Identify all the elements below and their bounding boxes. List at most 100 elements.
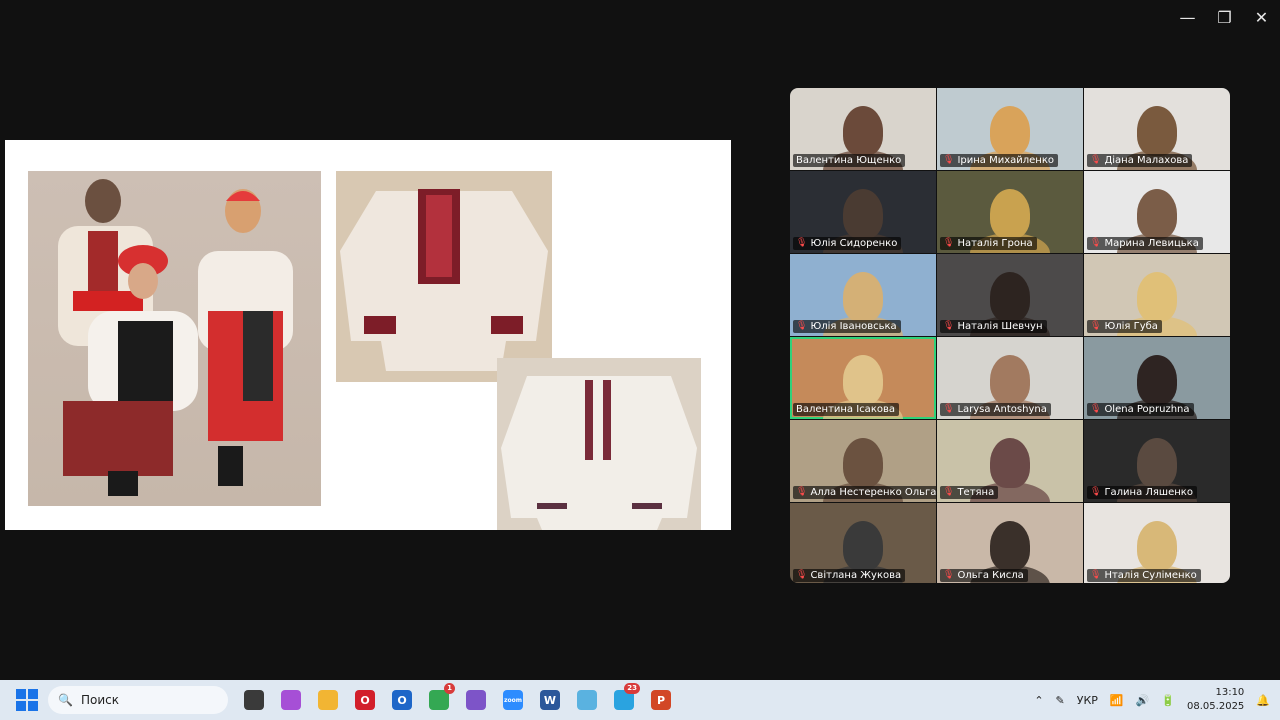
- participant-tile[interactable]: 🎙Алла Нестеренко Ольга Гуль: [790, 420, 936, 502]
- costume-photo: [28, 171, 321, 506]
- participant-name-tag: Валентина Ющенко: [793, 154, 906, 167]
- white-shirt-photo: [497, 358, 701, 530]
- participant-video: [1137, 272, 1177, 322]
- participant-video: [1137, 438, 1177, 488]
- participant-tile[interactable]: Валентина Ющенко: [790, 88, 936, 170]
- participant-name-tag: 🎙 Юлія Івановська: [793, 320, 901, 333]
- shared-screen: [5, 140, 731, 530]
- mic-muted-icon: 🎙: [943, 487, 955, 497]
- participant-name: Наталія Грона: [957, 238, 1033, 249]
- zoom-icon[interactable]: zoom: [503, 690, 523, 710]
- participant-name-tag: 🎙 Ірина Михайленко: [940, 154, 1058, 167]
- mic-muted-icon: 🎙: [796, 238, 808, 248]
- participant-name: Ірина Михайленко: [957, 155, 1054, 166]
- taskbar-search[interactable]: 🔍 Поиск: [48, 686, 228, 714]
- telegram-icon[interactable]: 23: [614, 683, 640, 710]
- participant-tile[interactable]: 🎙 Юлія Івановська: [790, 254, 936, 336]
- participant-video: [1137, 355, 1177, 405]
- system-tray: ⌃ ✎ УКР 📶 🔊 🔋 13:10 08.05.2025 🔔: [1034, 680, 1270, 720]
- participant-tile[interactable]: 🎙 Нталія Суліменко: [1084, 503, 1230, 583]
- participant-tile[interactable]: 🎙 Діана Малахова: [1084, 88, 1230, 170]
- participant-video: [990, 521, 1030, 571]
- file-explorer-icon[interactable]: [318, 690, 338, 710]
- participant-tile[interactable]: 🎙 Olena Popruzhna: [1084, 337, 1230, 419]
- participant-tile[interactable]: 🎙 Ірина Михайленко: [937, 88, 1083, 170]
- participant-video: [990, 106, 1030, 156]
- taskbar: 🔍 Поиск O O 1 zoom W 23 P ⌃ ✎ УКР 📶 🔊 🔋 13:10 …: [0, 680, 1280, 720]
- task-view-icon[interactable]: [244, 690, 264, 710]
- language-indicator[interactable]: УКР: [1077, 694, 1098, 707]
- mic-muted-icon: 🎙: [796, 321, 808, 331]
- viber-icon[interactable]: [466, 690, 486, 710]
- mic-muted-icon: 🎙: [943, 570, 955, 580]
- participant-name: Діана Малахова: [1104, 155, 1189, 166]
- clock[interactable]: 13:10 08.05.2025: [1187, 686, 1244, 714]
- participant-name: Юлія Сидоренко: [810, 238, 898, 249]
- participant-name: Марина Левицька: [1104, 238, 1199, 249]
- mic-muted-icon: 🎙: [943, 321, 955, 331]
- participant-tile[interactable]: 🎙 Ольга Кисла: [937, 503, 1083, 583]
- participant-video: [990, 438, 1030, 488]
- participant-name: Ольга Кисла: [957, 570, 1024, 581]
- participant-tile[interactable]: Валентина Ісакова: [790, 337, 936, 419]
- participant-tile[interactable]: 🎙 Юлія Губа: [1084, 254, 1230, 336]
- time: 13:10: [1215, 687, 1245, 698]
- mic-muted-icon: 🎙: [943, 155, 955, 165]
- participant-name-tag: 🎙 Юлія Губа: [1087, 320, 1162, 333]
- participant-name-tag: Валентина Ісакова: [793, 403, 899, 416]
- participant-name-tag: 🎙 Olena Popruzhna: [1087, 403, 1194, 416]
- close-button[interactable]: ✕: [1243, 0, 1280, 34]
- participant-gallery: Валентина Ющенко 🎙 Ірина Михайленко 🎙 Діана …: [790, 88, 1230, 583]
- participant-name: Нталія Суліменко: [1104, 570, 1197, 581]
- participant-tile[interactable]: 🎙 Галина Ляшенко: [1084, 420, 1230, 502]
- participant-video: [843, 355, 883, 405]
- participant-tile[interactable]: 🎙 Юлія Сидоренко: [790, 171, 936, 253]
- participant-tile[interactable]: 🎙 Наталія Шевчун: [937, 254, 1083, 336]
- participant-name-tag: 🎙 Діана Малахова: [1087, 154, 1193, 167]
- participant-video: [843, 272, 883, 322]
- opera-icon[interactable]: O: [355, 690, 375, 710]
- participant-tile[interactable]: 🎙 Наталія Грона: [937, 171, 1083, 253]
- participant-name: Olena Popruzhna: [1104, 404, 1190, 415]
- powerpoint-icon[interactable]: P: [651, 690, 671, 710]
- date: 08.05.2025: [1187, 701, 1245, 712]
- volume-icon[interactable]: 🔊: [1136, 694, 1150, 707]
- participant-name-tag: 🎙 Наталія Грона: [940, 237, 1037, 250]
- participant-name: Світлана Жукова: [810, 570, 902, 581]
- mic-muted-icon: 🎙: [1090, 238, 1102, 248]
- word-icon[interactable]: W: [540, 690, 560, 710]
- participant-tile[interactable]: 🎙 Світлана Жукова: [790, 503, 936, 583]
- pen-icon[interactable]: ✎: [1056, 694, 1065, 707]
- participant-name-tag: 🎙 Марина Левицька: [1087, 237, 1203, 250]
- participant-name-tag: 🎙 Нталія Суліменко: [1087, 569, 1201, 582]
- send-icon[interactable]: [577, 690, 597, 710]
- mic-muted-icon: 🎙: [796, 570, 808, 580]
- restore-button[interactable]: ❐: [1206, 0, 1243, 34]
- chrome-icon[interactable]: 1: [429, 683, 455, 710]
- participant-name-tag: 🎙Алла Нестеренко Ольга Гуль: [793, 486, 936, 499]
- minimize-button[interactable]: —: [1169, 0, 1206, 34]
- participant-name: Галина Ляшенко: [1104, 487, 1193, 498]
- participant-name: Larysa Antoshyna: [957, 404, 1047, 415]
- mic-muted-icon: 🎙: [1090, 155, 1102, 165]
- start-button[interactable]: [16, 689, 38, 711]
- notification-icon[interactable]: 🔔: [1256, 694, 1270, 707]
- outlook-icon[interactable]: O: [392, 690, 412, 710]
- participant-tile[interactable]: 🎙 Larysa Antoshyna: [937, 337, 1083, 419]
- participant-video: [843, 189, 883, 239]
- participant-video: [843, 106, 883, 156]
- copilot-icon[interactable]: [281, 690, 301, 710]
- participant-name-tag: 🎙 Світлана Жукова: [793, 569, 906, 582]
- participant-name-tag: 🎙 Ольга Кисла: [940, 569, 1028, 582]
- participant-tile[interactable]: 🎙 Марина Левицька: [1084, 171, 1230, 253]
- mic-muted-icon: 🎙: [796, 487, 808, 497]
- participant-video: [843, 521, 883, 571]
- mic-muted-icon: 🎙: [1090, 321, 1102, 331]
- chevron-up-icon[interactable]: ⌃: [1034, 694, 1043, 707]
- wifi-icon[interactable]: 📶: [1110, 694, 1124, 707]
- participant-tile[interactable]: 🎙 Тетяна: [937, 420, 1083, 502]
- taskbar-apps: O O 1 zoom W 23 P: [244, 683, 671, 710]
- battery-icon[interactable]: 🔋: [1161, 694, 1175, 707]
- participant-name-tag: 🎙 Тетяна: [940, 486, 999, 499]
- participant-name: Юлія Івановська: [810, 321, 897, 332]
